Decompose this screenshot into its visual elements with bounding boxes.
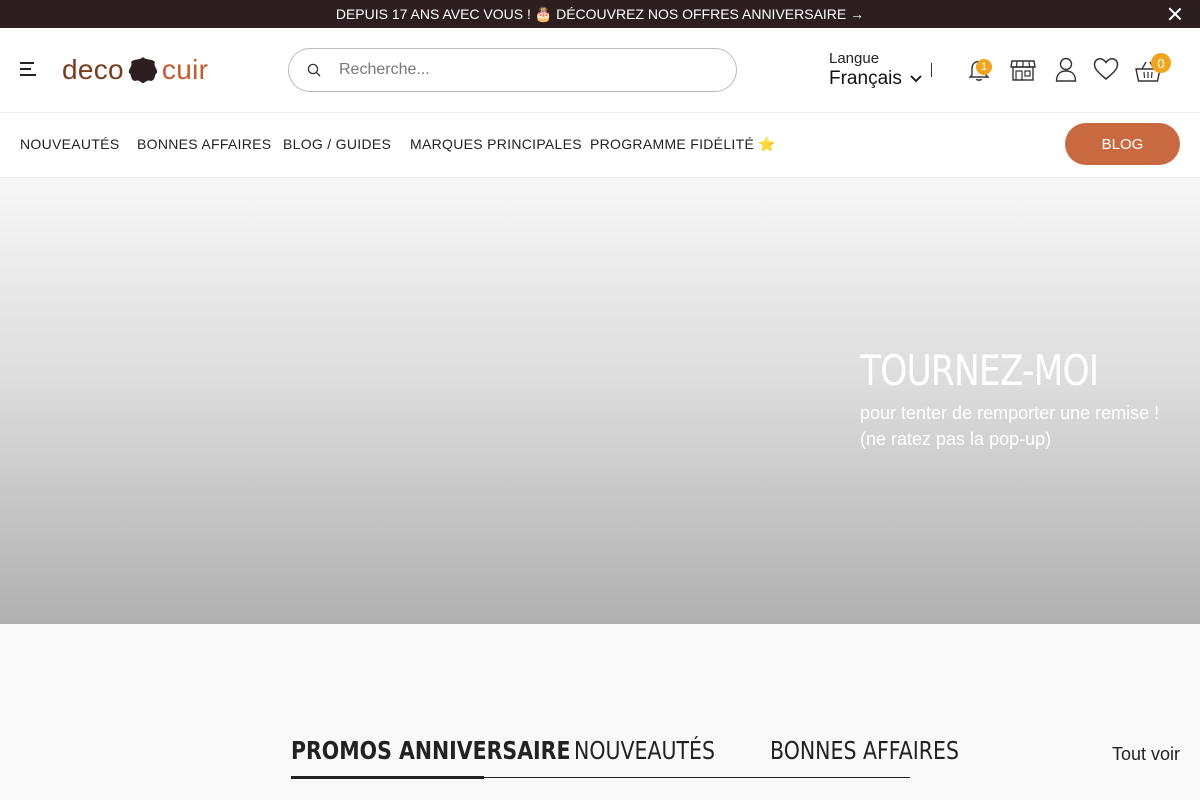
search-bar (288, 48, 737, 92)
search-input[interactable] (339, 61, 699, 79)
chevron-down-icon (910, 75, 922, 83)
site-logo[interactable]: deco cuir (62, 52, 208, 88)
language-value: Français (829, 68, 902, 89)
leather-hide-icon (128, 57, 158, 83)
see-all-link[interactable]: Tout voir (1112, 744, 1180, 765)
hero-subtitle: pour tenter de remporter une remise ! (n… (860, 400, 1159, 452)
tab-bonnes-affaires[interactable]: BONNES AFFAIRES (770, 736, 959, 765)
announcement-bar: DEPUIS 17 ANS AVEC VOUS ! 🎂 DÉCOUVREZ NO… (0, 0, 1200, 28)
blog-button[interactable]: BLOG (1065, 123, 1180, 165)
logo-text-deco: deco (62, 54, 124, 85)
nav-item-nouveautes[interactable]: NOUVEAUTÉS (20, 136, 119, 152)
divider (931, 63, 932, 77)
hero-subtitle-line1: pour tenter de remporter une remise ! (860, 403, 1160, 423)
hero-banner[interactable]: TOURNEZ-MOI pour tenter de remporter une… (0, 178, 1200, 624)
cart-button[interactable]: 0 (1135, 53, 1173, 83)
announcement-link[interactable]: DEPUIS 17 ANS AVEC VOUS ! 🎂 DÉCOUVREZ NO… (336, 6, 864, 23)
close-icon[interactable] (1168, 7, 1182, 21)
store-icon (1010, 60, 1036, 81)
tab-nouveautes[interactable]: NOUVEAUTÉS (574, 736, 715, 765)
main-nav: NOUVEAUTÉS BONNES AFFAIRES BLOG / GUIDES… (0, 113, 1200, 178)
stores-button[interactable] (1010, 57, 1036, 83)
hero-subtitle-line2: (ne ratez pas la pop-up) (860, 429, 1052, 449)
product-tabs: PROMOS ANNIVERSAIRE NOUVEAUTÉS BONNES AF… (291, 730, 959, 779)
heart-icon (1093, 58, 1119, 80)
tab-promos-anniversaire[interactable]: PROMOS ANNIVERSAIRE (291, 736, 570, 765)
user-icon (1055, 57, 1077, 82)
notifications-badge: 1 (976, 59, 992, 75)
nav-item-programme-fidelite[interactable]: PROGRAMME FIDÉLITÉ ⭐ (590, 136, 776, 153)
wishlist-button[interactable] (1093, 57, 1119, 83)
nav-item-blog-guides[interactable]: BLOG / GUIDES (283, 136, 391, 152)
cart-count-badge: 0 (1151, 53, 1171, 73)
hero-title: TOURNEZ-MOI (860, 346, 1099, 395)
logo-text-cuir: cuir (161, 54, 209, 85)
nav-item-marques-principales[interactable]: MARQUES PRINCIPALES (410, 136, 582, 152)
active-tab-indicator (291, 776, 484, 779)
nav-item-bonnes-affaires[interactable]: BONNES AFFAIRES (137, 136, 271, 152)
language-label: Langue (829, 50, 880, 67)
search-icon[interactable] (307, 63, 321, 77)
account-button[interactable] (1054, 57, 1080, 83)
language-selector[interactable]: Langue Français (829, 50, 922, 90)
menu-icon[interactable] (20, 62, 36, 78)
notifications-button[interactable]: 1 (968, 57, 994, 83)
site-header: deco cuir Langue Français 1 (0, 28, 1200, 113)
